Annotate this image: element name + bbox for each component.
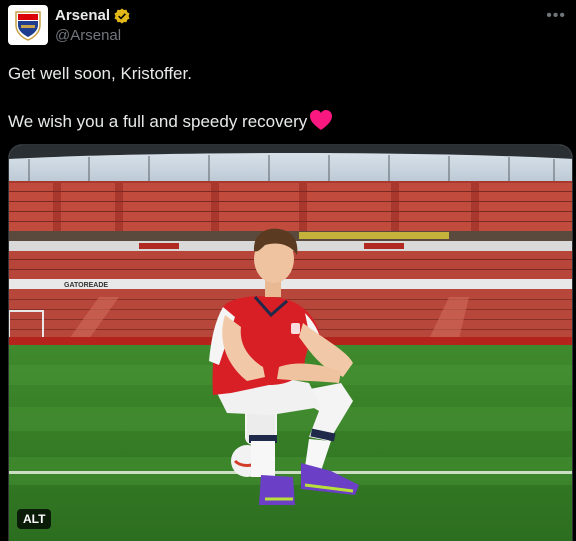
tweet-media-image[interactable]: GATOREADE ALT [8,144,573,541]
stadium-photo: GATOREADE [9,145,572,541]
stadium-band-text: GATOREADE [64,282,108,289]
display-name[interactable]: Arsenal [55,7,110,24]
arsenal-crest-icon [15,11,41,41]
author-names: Arsenal @Arsenal [55,7,130,44]
tweet-header: Arsenal @Arsenal ••• [8,5,568,47]
avatar[interactable] [8,5,48,45]
verified-badge-icon [114,8,130,23]
alt-text-badge[interactable]: ALT [17,509,52,529]
tweet-text: Get well soon, Kristoffer. We wish you a… [8,62,568,133]
tweet-line-1: Get well soon, Kristoffer. [8,64,192,83]
tweet-line-2: We wish you a full and speedy recovery [8,109,568,133]
user-handle[interactable]: @Arsenal [55,27,130,44]
red-heart-icon [310,110,333,130]
more-options-icon[interactable]: ••• [546,7,566,25]
tweet-line-2-text: We wish you a full and speedy recovery [8,112,308,131]
